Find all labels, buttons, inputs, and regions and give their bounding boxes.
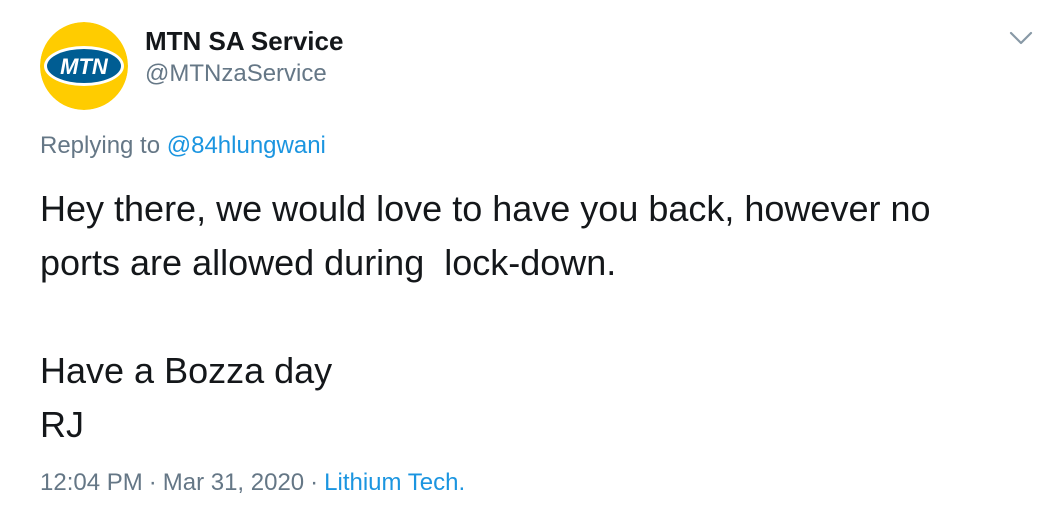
meta-separator: · [148, 469, 157, 496]
meta-separator: · [310, 469, 319, 496]
tweet-time[interactable]: 12:04 PM [40, 469, 143, 496]
tweet-line-gap [40, 290, 1040, 344]
replying-to: Replying to @84hlungwani [40, 132, 326, 160]
tweet-meta: 12:04 PM · Mar 31, 2020 · Lithium Tech. [40, 469, 465, 497]
replying-prefix: Replying to [40, 132, 161, 159]
reply-mention-link[interactable]: @84hlungwani [167, 132, 326, 159]
tweet-card: MTN MTN SA Service @MTNzaService Replyin… [0, 0, 1064, 520]
tweet-date[interactable]: Mar 31, 2020 [163, 469, 304, 496]
mtn-logo: MTN [40, 22, 128, 110]
tweet-line: RJ [40, 404, 84, 445]
author-name[interactable]: MTN SA Service [145, 26, 343, 57]
tweet-source-link[interactable]: Lithium Tech. [324, 469, 465, 496]
tweet-text: Hey there, we would love to have you bac… [40, 182, 1040, 452]
avatar[interactable]: MTN [40, 22, 128, 110]
chevron-down-icon[interactable] [1008, 28, 1034, 48]
author-handle[interactable]: @MTNzaService [145, 60, 327, 88]
tweet-line: ports are allowed during lock-down. [40, 242, 617, 283]
tweet-line: Hey there, we would love to have you bac… [40, 188, 931, 229]
svg-text:MTN: MTN [60, 54, 109, 79]
tweet-line: Have a Bozza day [40, 350, 333, 391]
